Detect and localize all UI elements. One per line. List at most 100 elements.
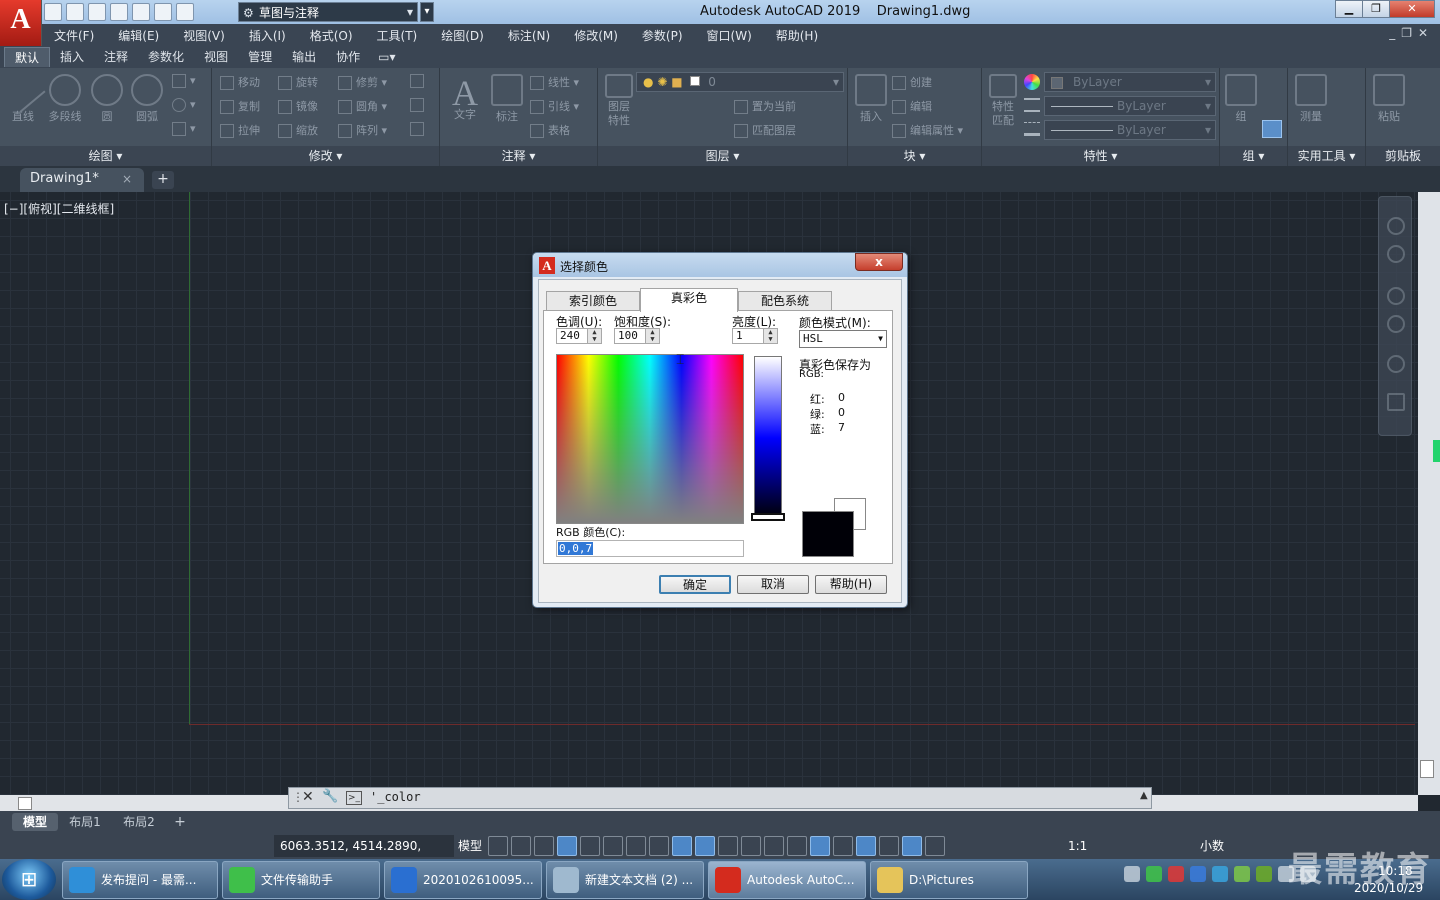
spinner-icon[interactable]: ▲ ▼ (763, 329, 777, 343)
annotation-scale-icon[interactable] (925, 836, 945, 856)
set-current-tool[interactable]: 置为当前 (734, 98, 796, 114)
circle-tool[interactable]: 圆 (86, 74, 128, 124)
linetype-dropdown[interactable]: ByLayer ▾ (1044, 96, 1216, 116)
viewcube-icon[interactable] (1387, 217, 1405, 235)
security-icon[interactable] (1190, 866, 1206, 882)
maximize-button[interactable]: ❐ (1362, 0, 1390, 18)
close-icon[interactable]: × (122, 172, 132, 186)
match-layer-tool[interactable]: 匹配图层 (734, 122, 796, 138)
wrench-icon[interactable]: 🔧 (322, 789, 338, 804)
annotation-panel-title[interactable]: 注释 ▾ (440, 146, 597, 166)
linear-tool[interactable]: 线性 ▾ (530, 74, 579, 90)
annotation-visibility-icon[interactable] (879, 836, 899, 856)
qat-customize-button[interactable]: ▾ (420, 2, 434, 22)
hatch-tool[interactable]: ▾ (172, 122, 196, 136)
spinner-icon[interactable]: ▲ ▼ (645, 329, 659, 343)
taskbar-item-explorer[interactable]: D:\Pictures (870, 861, 1028, 899)
leader-tool[interactable]: 引线 ▾ (530, 98, 579, 114)
tab-color-books[interactable]: 配色系统 (738, 291, 832, 311)
dynamic-input-icon[interactable] (557, 836, 577, 856)
document-window-controls[interactable]: _❐✕ (1389, 26, 1434, 40)
workspace-dropdown[interactable]: ⚙ 草图与注释 ▾ (238, 2, 418, 22)
hue-input[interactable]: 240 ▲ ▼ (556, 328, 602, 344)
isodraft-icon[interactable] (626, 836, 646, 856)
taskbar-item-wechat[interactable]: 文件传输助手 (222, 861, 380, 899)
paste-tool[interactable]: 粘贴 (1368, 74, 1410, 124)
copy-tool[interactable]: 复制 (220, 98, 260, 114)
create-block-tool[interactable]: 创建 (892, 74, 932, 90)
array-tool[interactable]: 阵列 ▾ (338, 122, 387, 138)
offset-tool[interactable] (410, 122, 428, 136)
modify-panel-title[interactable]: 修改 ▾ (212, 146, 439, 166)
tab-insert[interactable]: 插入 (50, 47, 94, 67)
layers-panel-title[interactable]: 图层 ▾ (598, 146, 847, 166)
lineweight-display-icon[interactable] (718, 836, 738, 856)
edit-block-tool[interactable]: 编辑 (892, 98, 932, 114)
menu-edit[interactable]: 编辑(E) (106, 27, 171, 44)
menu-modify[interactable]: 修改(M) (562, 27, 630, 44)
measure-tool[interactable]: 测量 (1290, 74, 1332, 124)
layout-tab-1[interactable]: 布局1 (62, 813, 108, 831)
rotate-tool[interactable]: 旋转 (278, 74, 318, 90)
explode-tool[interactable] (410, 98, 428, 112)
crosshair-icon[interactable]: ⌶ (676, 352, 684, 368)
save-as-icon[interactable] (110, 3, 128, 21)
new-file-icon[interactable] (44, 3, 62, 21)
weibo-icon[interactable] (1168, 866, 1184, 882)
match-properties-tool[interactable]: 特性 匹配 (982, 74, 1024, 128)
object-snap-mode-icon[interactable] (695, 836, 715, 856)
infer-constraints-icon[interactable] (534, 836, 554, 856)
menu-insert[interactable]: 插入(I) (237, 27, 298, 44)
showmotion-icon[interactable] (1387, 393, 1405, 411)
tab-view[interactable]: 视图 (194, 47, 238, 67)
horizontal-scroll-thumb[interactable] (18, 797, 32, 810)
command-input[interactable]: '_color (370, 790, 421, 804)
cube-icon[interactable] (1212, 866, 1228, 882)
menu-dimension[interactable]: 标注(N) (496, 27, 562, 44)
ortho-icon[interactable] (580, 836, 600, 856)
minimize-button[interactable]: ▁ (1335, 0, 1363, 18)
clipboard-panel-title[interactable]: 剪贴板 (1366, 146, 1440, 166)
menu-view[interactable]: 视图(V) (171, 27, 237, 44)
menu-parametric[interactable]: 参数(P) (630, 27, 695, 44)
layout-tab-2[interactable]: 布局2 (116, 813, 162, 831)
snap-icon[interactable] (511, 836, 531, 856)
pan-icon[interactable] (1387, 287, 1405, 305)
move-tool[interactable]: 移动 (220, 74, 260, 90)
selection-cycling-icon[interactable] (764, 836, 784, 856)
luminance-slider[interactable] (751, 513, 785, 521)
menu-file[interactable]: 文件(F) (42, 27, 106, 44)
fillet-tool[interactable]: 圆角 ▾ (338, 98, 387, 114)
color-wheel-icon[interactable] (1024, 74, 1040, 90)
line-tool[interactable]: 直线 (0, 67, 46, 124)
orbit-icon[interactable] (1387, 355, 1405, 373)
rgb-color-value[interactable]: 0,0,7 (558, 542, 594, 555)
object-snap-icon[interactable] (672, 836, 692, 856)
menu-draw[interactable]: 绘图(D) (429, 27, 496, 44)
zoom-icon[interactable] (1387, 315, 1405, 333)
tab-index-color[interactable]: 索引颜色 (546, 291, 640, 311)
spinner-icon[interactable]: ▲ ▼ (587, 329, 601, 343)
model-space-toggle[interactable]: 模型 (458, 835, 482, 857)
groups-panel-title[interactable]: 组 ▾ (1220, 146, 1287, 166)
auto-scale-icon[interactable] (902, 836, 922, 856)
start-button[interactable]: ⊞ (2, 859, 56, 900)
command-prompt-icon[interactable]: >_ (346, 791, 362, 805)
tab-annotate[interactable]: 注释 (94, 47, 138, 67)
mirror-tool[interactable]: 镜像 (278, 98, 318, 114)
tab-collaborate[interactable]: 协作 (326, 47, 370, 67)
vertical-scroll-thumb[interactable] (1420, 760, 1434, 778)
group-tool[interactable]: 组 (1220, 74, 1262, 124)
luminance-input[interactable]: 1 ▲ ▼ (732, 328, 778, 344)
ribbon-toggle-icon[interactable]: ▭▾ (370, 50, 403, 64)
taskbar-item-browser[interactable]: 发布提问 - 最需... (62, 861, 218, 899)
table-tool[interactable]: 表格 (530, 122, 570, 138)
layer-dropdown[interactable]: ● ✺ ■ 0 ▾ (636, 72, 844, 92)
tab-output[interactable]: 输出 (282, 47, 326, 67)
taskbar-item-document[interactable]: 2020102610095... (384, 861, 542, 899)
vertical-scrollbar[interactable] (1418, 192, 1440, 795)
ellipse-tool[interactable]: ▾ (172, 98, 196, 112)
properties-panel-title[interactable]: 特性 ▾ (982, 146, 1219, 166)
trim-tool[interactable]: 修剪 ▾ (338, 74, 387, 90)
close-window-button[interactable]: ✕ (1389, 0, 1435, 18)
